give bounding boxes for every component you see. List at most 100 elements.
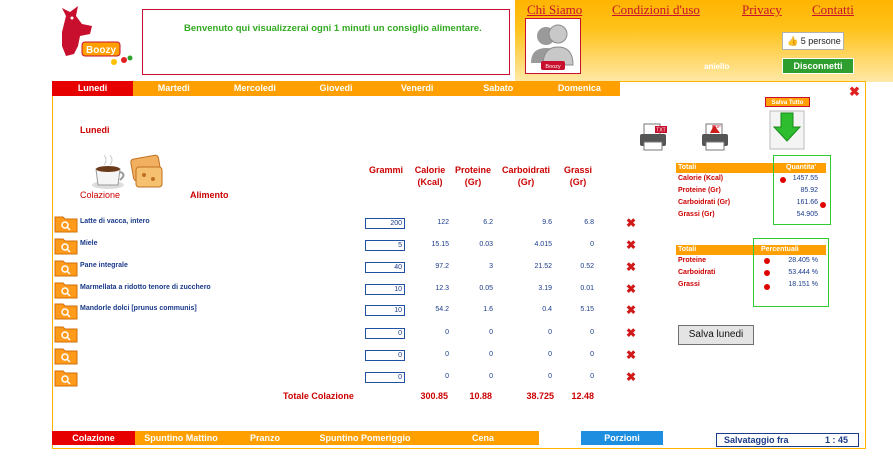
grams-input[interactable]: 10: [365, 305, 405, 316]
table-row: Pane integrale 40 97.2 3 21.52 0.52 ✖: [54, 257, 654, 277]
col-proteine: Proteine (Gr): [451, 164, 495, 188]
total-fat: 12.48: [571, 391, 594, 401]
nutrient-fat: 5.15: [580, 306, 594, 313]
col-proteine-title: Proteine: [454, 165, 491, 175]
grams-input[interactable]: 0: [365, 328, 405, 339]
tab-colazione[interactable]: Colazione: [52, 431, 135, 445]
tab-venerdi[interactable]: Venerdi: [377, 81, 458, 96]
grams-input[interactable]: 0: [365, 372, 405, 383]
nav-condizioni[interactable]: Condizioni d'uso: [612, 2, 700, 18]
folder-search-icon[interactable]: [54, 235, 78, 255]
delete-icon[interactable]: ✖: [626, 238, 636, 252]
col-grassi-unit: (Gr): [569, 177, 587, 187]
nav-chi-siamo[interactable]: Chi Siamo: [527, 2, 582, 18]
folder-search-icon[interactable]: [54, 257, 78, 277]
avatar[interactable]: Boozy: [525, 18, 581, 74]
save-timer-label: Salvataggio fra: [724, 435, 789, 445]
quantity-highlight: [773, 155, 831, 225]
table-row: 0 0 0 0 0 ✖: [54, 323, 654, 343]
col-calorie-title: Calorie: [414, 165, 446, 175]
nutrient-kcal: 15.15: [431, 241, 449, 248]
save-timer: Salvataggio fra 1 : 45: [716, 433, 859, 447]
delete-icon[interactable]: ✖: [626, 348, 636, 362]
tab-pranzo[interactable]: Pranzo: [227, 431, 303, 445]
grams-input[interactable]: 0: [365, 350, 405, 361]
nutrient-prot: 0: [489, 329, 493, 336]
col-carboidrati-title: Carboidrati: [501, 165, 550, 175]
totals-row-label: Grassi (Gr): [678, 211, 715, 218]
nutrient-prot: 6.2: [483, 219, 493, 226]
grams-input[interactable]: 5: [365, 240, 405, 251]
food-name: Pane integrale: [80, 262, 128, 269]
breakfast-icon: [92, 153, 166, 191]
tab-mercoledi[interactable]: Mercoledi: [214, 81, 295, 96]
nutrient-prot: 0: [489, 373, 493, 380]
grams-input[interactable]: 40: [365, 262, 405, 273]
nutrient-kcal: 97.2: [435, 263, 449, 270]
nutrient-carb: 0: [548, 329, 552, 336]
logout-button[interactable]: Disconnetti: [782, 58, 854, 74]
table-row: Marmellata a ridotto tenore di zucchero 1…: [54, 279, 654, 299]
boozy-logo: Boozy: [52, 2, 138, 70]
nutrient-carb: 9.6: [542, 219, 552, 226]
tab-spuntino-pomeriggio[interactable]: Spuntino Pomeriggio: [303, 431, 427, 445]
table-row: Latte di vacca, intero 200 122 6.2 9.6 6.8 ✖: [54, 213, 654, 233]
meal-label: Colazione: [80, 190, 121, 200]
folder-search-icon[interactable]: [54, 300, 78, 320]
totals-header-label: Totali: [678, 164, 697, 171]
save-all-label[interactable]: Salva Tutto: [765, 97, 810, 107]
svg-text:Boozy: Boozy: [86, 45, 116, 56]
total-prot: 10.88: [469, 391, 492, 401]
tab-martedi[interactable]: Martedi: [133, 81, 214, 96]
col-grammi: Grammi: [364, 164, 408, 176]
tab-cena[interactable]: Cena: [427, 431, 539, 445]
col-alimento: Alimento: [190, 190, 229, 200]
nav-privacy[interactable]: Privacy: [742, 2, 782, 18]
totals-row-label: Calorie (Kcal): [678, 175, 724, 182]
tab-domenica[interactable]: Domenica: [539, 81, 620, 96]
nutrient-fat: 0: [590, 351, 594, 358]
col-grassi: Grassi (Gr): [558, 164, 598, 188]
warning-dot-icon: [764, 284, 770, 290]
folder-search-icon[interactable]: [54, 279, 78, 299]
pdf-export-icon[interactable]: PDF: [700, 122, 730, 152]
tab-sabato[interactable]: Sabato: [458, 81, 539, 96]
delete-icon[interactable]: ✖: [626, 260, 636, 274]
delete-icon[interactable]: ✖: [626, 303, 636, 317]
delete-icon[interactable]: ✖: [626, 370, 636, 384]
tab-spuntino-mattino[interactable]: Spuntino Mattino: [135, 431, 227, 445]
save-day-button[interactable]: Salva lunedi: [678, 325, 754, 345]
delete-icon[interactable]: ✖: [626, 216, 636, 230]
table-row: Miele 5 15.15 0.03 4.015 0 ✖: [54, 235, 654, 255]
nutrient-prot: 0.05: [479, 285, 493, 292]
welcome-text: Benvenuto qui visualizzerai ogni 1 minut…: [184, 23, 482, 34]
folder-search-icon[interactable]: [54, 367, 78, 387]
nutrient-fat: 0.52: [580, 263, 594, 270]
folder-search-icon[interactable]: [54, 213, 78, 233]
save-all-icon[interactable]: [768, 107, 806, 151]
tab-porzioni[interactable]: Porzioni: [581, 431, 663, 445]
col-calorie-unit: (Kcal): [417, 177, 443, 187]
tab-lunedi[interactable]: Lunedi: [52, 81, 134, 96]
delete-icon[interactable]: ✖: [626, 282, 636, 296]
percent-row-label: Carboidrati: [678, 269, 716, 276]
like-button[interactable]: 👍 5 persone: [782, 32, 844, 50]
nutrient-fat: 0.01: [580, 285, 594, 292]
like-count: 5 persone: [800, 36, 841, 46]
day-tabs: Lunedi Martedi Mercoledi Giovedi Venerdi…: [52, 81, 620, 96]
txt-export-icon[interactable]: TXT: [638, 122, 668, 152]
close-icon[interactable]: ✖: [849, 84, 860, 100]
meal-tabs: Colazione Spuntino Mattino Pranzo Spunti…: [52, 431, 539, 445]
grams-input[interactable]: 200: [365, 218, 405, 229]
folder-search-icon[interactable]: [54, 323, 78, 343]
grams-input[interactable]: 10: [365, 284, 405, 295]
tab-giovedi[interactable]: Giovedi: [295, 81, 376, 96]
nutrient-prot: 0: [489, 351, 493, 358]
warning-dot-icon: [780, 177, 786, 183]
percent-row-label: Grassi: [678, 281, 700, 288]
col-carboidrati: Carboidrati (Gr): [497, 164, 555, 188]
folder-search-icon[interactable]: [54, 345, 78, 365]
nav-contatti[interactable]: Contatti: [812, 2, 854, 18]
col-calorie: Calorie (Kcal): [410, 164, 450, 188]
delete-icon[interactable]: ✖: [626, 326, 636, 340]
